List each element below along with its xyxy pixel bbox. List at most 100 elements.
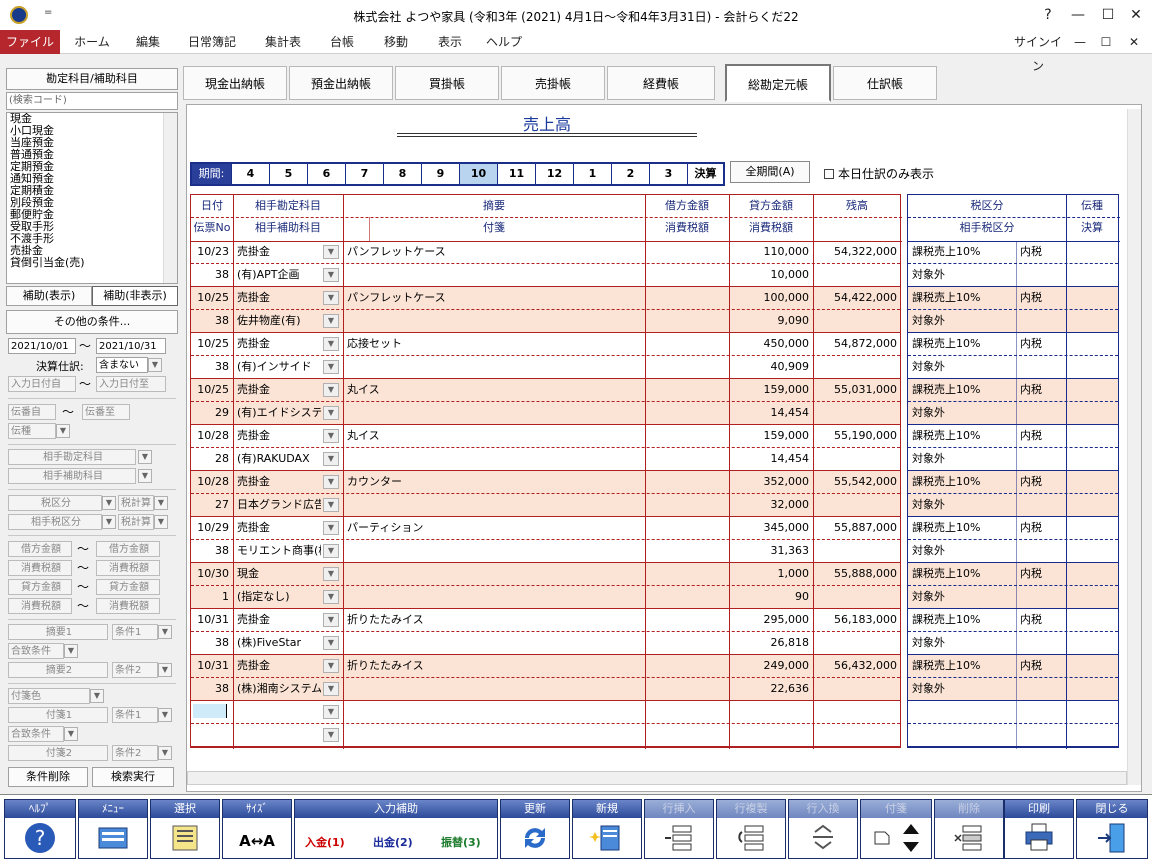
table-row[interactable]: 10/31 38 売掛金 (株)FiveStar 折りたたみイス 295,000 26,81… xyxy=(191,609,900,655)
chevron-down-icon[interactable]: ▼ xyxy=(323,567,339,581)
chevron-down-icon[interactable]: ▼ xyxy=(138,469,152,483)
chevron-down-icon[interactable]: ▼ xyxy=(154,515,168,529)
chevron-down-icon[interactable]: ▼ xyxy=(323,268,339,282)
memo1-cond-select[interactable]: 条件1 xyxy=(112,624,158,640)
account-list-scrollbar[interactable] xyxy=(163,113,177,283)
tax-row[interactable]: 課税売上10% 内税 対象外 xyxy=(908,471,1118,517)
period-month[interactable]: 9 xyxy=(422,164,460,184)
tax-row[interactable]: 課税売上10% 内税 対象外 xyxy=(908,425,1118,471)
all-period-button[interactable]: 全期間(A) xyxy=(730,161,810,183)
tax-calc2-select[interactable]: 税計算 xyxy=(118,514,154,530)
tag2-field[interactable]: 付箋2 xyxy=(8,745,108,761)
memo2-cond-select[interactable]: 条件2 xyxy=(112,662,158,678)
row-swap-icon[interactable] xyxy=(789,818,857,858)
memo1-field[interactable]: 摘要1 xyxy=(8,624,108,640)
tag1-cond-select[interactable]: 条件1 xyxy=(112,707,158,723)
chevron-down-icon[interactable]: ▼ xyxy=(158,746,172,760)
table-row[interactable]: 10/28 28 売掛金 (有)RAKUDAX 丸イス 159,000 14,454 55,1… xyxy=(191,425,900,471)
tag-icon[interactable] xyxy=(861,818,931,858)
select-icon[interactable] xyxy=(151,818,219,858)
list-item[interactable]: 貸倒引当金(売) xyxy=(7,257,177,269)
tax-row[interactable]: 課税売上10% 内税 対象外 xyxy=(908,379,1118,425)
hide-sub-button[interactable]: 補助(非表示) xyxy=(92,286,178,306)
table-row[interactable]: 10/31 38 売掛金 (株)湘南システム 折りたたみイス 249,000 22,636 5… xyxy=(191,655,900,701)
credit-from-field[interactable]: 貸方金額 xyxy=(8,579,72,595)
row-memo[interactable]: 丸イス xyxy=(347,379,637,401)
tab-payables[interactable]: 買掛帳 xyxy=(395,66,499,100)
refresh-icon[interactable] xyxy=(501,818,569,858)
delete-row-icon[interactable] xyxy=(935,818,1003,858)
period-month[interactable]: 2 xyxy=(612,164,650,184)
row-partner-account[interactable]: 現金 xyxy=(237,563,321,585)
debit-to-field[interactable]: 借方金額 xyxy=(96,541,160,557)
row-memo[interactable]: 折りたたみイス xyxy=(347,655,637,677)
other-conditions-button[interactable]: その他の条件... xyxy=(6,310,178,334)
ribbon-close-button[interactable]: ✕ xyxy=(1124,30,1144,54)
tab-deposit-book[interactable]: 預金出納帳 xyxy=(289,66,393,100)
chevron-down-icon[interactable]: ▼ xyxy=(323,383,339,397)
chevron-down-icon[interactable]: ▼ xyxy=(323,728,339,742)
period-month[interactable]: 3 xyxy=(650,164,688,184)
memo2-field[interactable]: 摘要2 xyxy=(8,662,108,678)
size-icon[interactable]: A↔A xyxy=(223,818,291,858)
slip-type-select[interactable]: 伝種 xyxy=(8,423,56,439)
tax-row[interactable]: 課税売上10% 内税 対象外 xyxy=(908,609,1118,655)
menu-help[interactable]: ヘルプ xyxy=(480,30,528,54)
table-row[interactable]: ▼ ▼ xyxy=(191,701,900,747)
vertical-scrollbar[interactable] xyxy=(1127,109,1141,785)
menu-ledger[interactable]: 台帳 xyxy=(318,30,366,54)
close-tool[interactable]: 閉じる xyxy=(1076,799,1148,859)
tax-div-select[interactable]: 税区分 xyxy=(8,495,102,511)
minimize-button[interactable]: — xyxy=(1066,4,1090,26)
row-partner-account[interactable]: 売掛金 xyxy=(237,379,321,401)
row-memo[interactable]: パンフレットケース xyxy=(347,241,637,263)
chevron-down-icon[interactable]: ▼ xyxy=(323,498,339,512)
table-row[interactable]: 10/25 29 売掛金(有)エイドシステム 丸イス 159,000 14,454 55,0… xyxy=(191,379,900,425)
deposit-button[interactable]: 入金(1) xyxy=(305,834,345,850)
table-row[interactable]: 10/25 38 売掛金 佐井物産(有) パンフレットケース 100,000 9,090 54… xyxy=(191,287,900,333)
new-row-date-input[interactable] xyxy=(193,704,227,718)
tax-calc-select[interactable]: 税計算 xyxy=(118,495,154,511)
row-partner-account[interactable]: 売掛金 xyxy=(237,425,321,447)
chevron-down-icon[interactable]: ▼ xyxy=(90,689,104,703)
tax-row[interactable]: 課税売上10% 内税 対象外 xyxy=(908,241,1118,287)
chevron-down-icon[interactable]: ▼ xyxy=(323,659,339,673)
menu-file[interactable]: ファイル xyxy=(0,30,60,54)
tab-expenses[interactable]: 経費帳 xyxy=(607,66,715,100)
chevron-down-icon[interactable]: ▼ xyxy=(323,245,339,259)
input-date-from-field[interactable]: 入力日付自 xyxy=(8,376,76,392)
tax-row[interactable]: 課税売上10% 内税 対象外 xyxy=(908,655,1118,701)
tag1-field[interactable]: 付箋1 xyxy=(8,707,108,723)
withdraw-button[interactable]: 出金(2) xyxy=(373,834,413,850)
row-partner-account[interactable]: 売掛金 xyxy=(237,241,321,263)
help-icon[interactable]: ? xyxy=(5,818,75,858)
help-tool[interactable]: ﾍﾙﾌﾟ ? xyxy=(4,799,76,859)
partner-account-select[interactable]: 相手勘定科目 xyxy=(8,449,136,465)
size-tool[interactable]: ｻｲｽﾞ A↔A xyxy=(222,799,292,859)
row-partner-sub[interactable]: (有)エイドシステム xyxy=(237,402,321,424)
match-cond-select[interactable]: 合致条件 xyxy=(8,643,64,659)
slip-from-field[interactable]: 伝番自 xyxy=(8,404,56,420)
row-partner-sub[interactable]: (株)湘南システム xyxy=(237,678,321,700)
chevron-down-icon[interactable]: ▼ xyxy=(323,521,339,535)
chevron-down-icon[interactable]: ▼ xyxy=(158,625,172,639)
signin-link[interactable]: サインイン xyxy=(1010,30,1066,73)
menu-summary[interactable]: 集計表 xyxy=(254,30,312,54)
tax-row[interactable] xyxy=(908,701,1118,747)
row-partner-account[interactable]: 売掛金 xyxy=(237,517,321,539)
maximize-button[interactable]: ☐ xyxy=(1096,4,1120,26)
chevron-down-icon[interactable]: ▼ xyxy=(323,590,339,604)
chevron-down-icon[interactable]: ▼ xyxy=(158,663,172,677)
row-memo[interactable]: パンフレットケース xyxy=(347,287,637,309)
row-partner-account[interactable]: 売掛金 xyxy=(237,333,321,355)
row-memo[interactable]: 応接セット xyxy=(347,333,637,355)
table-row[interactable]: 10/30 1 現金 (指定なし) 1,000 90 55,888,000 ▼ ▼ xyxy=(191,563,900,609)
debit-tax-to-field[interactable]: 消費税額 xyxy=(96,560,160,576)
period-month[interactable]: 1 xyxy=(574,164,612,184)
row-copy-icon[interactable] xyxy=(717,818,785,858)
row-partner-account[interactable]: 売掛金 xyxy=(237,287,321,309)
tab-general-ledger[interactable]: 総勘定元帳 xyxy=(725,64,831,102)
menu-view[interactable]: 表示 xyxy=(426,30,474,54)
chevron-down-icon[interactable]: ▼ xyxy=(323,337,339,351)
help-button[interactable]: ? xyxy=(1036,4,1060,26)
